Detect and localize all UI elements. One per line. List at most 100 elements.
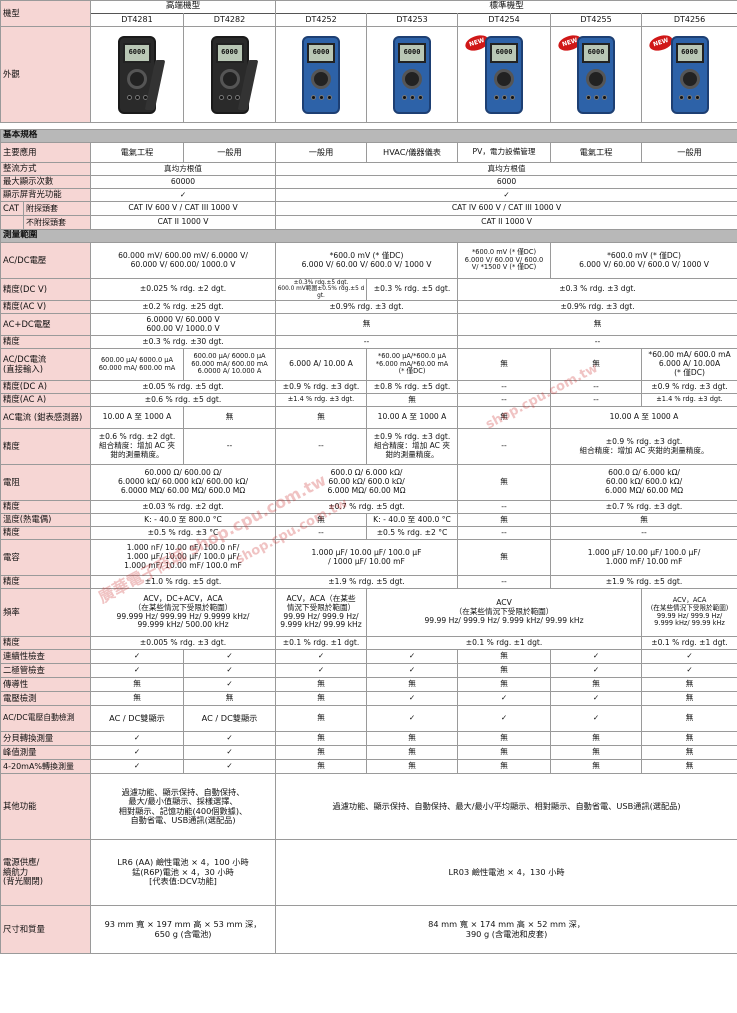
spec-cell: AC / DC雙顯示 xyxy=(90,705,184,732)
spec-cell: ±0.8 % rdg. ±5 dgt. xyxy=(366,380,459,394)
backlight-label: 顯示屏背光功能 xyxy=(0,188,91,202)
spec-cell: 無 xyxy=(182,691,277,706)
spec-cell: 無 xyxy=(182,406,277,429)
dimensions-label: 尺寸和質量 xyxy=(0,905,91,954)
spec-cell: ±0.005 % rdg. ±3 dgt. xyxy=(89,636,277,650)
spec-cell: ±0.6 % rdg. ±5 dgt. xyxy=(89,393,277,407)
spec-cell: 1.000 nF/ 10.00 nF/ 100.0 nF/ 1.000 μF/ … xyxy=(89,539,277,576)
spec-cell: ✓ xyxy=(550,649,643,664)
multimeter-image: 6000 xyxy=(670,35,709,114)
cat-sub-label: 不附探頭套 xyxy=(0,215,91,230)
spec-cell: 無 xyxy=(275,406,368,429)
spec-cell: 無 xyxy=(366,759,459,774)
spec-cell: -- xyxy=(275,526,368,540)
spec-cell: ✓ xyxy=(90,663,184,678)
accuracy-label: 精度 xyxy=(0,526,91,540)
spec-cell: 無 xyxy=(275,313,459,336)
spec-cell: -- xyxy=(457,380,552,394)
spec-cell: 無 xyxy=(457,759,552,774)
spec-cell: ✓ xyxy=(182,731,277,746)
product-photo: 6000 xyxy=(182,26,277,123)
spec-cell: 無 xyxy=(550,677,643,692)
spec-cell: 無 xyxy=(457,649,552,664)
group-high-end: 高端機型 xyxy=(89,0,277,14)
model-name: DT4253 xyxy=(366,13,459,27)
continuity-label: 連續性檢查 xyxy=(0,649,91,664)
spec-cell: ✓ xyxy=(550,705,643,732)
spec-cell: ±0.7 % rdg. ±3 dgt. xyxy=(550,500,737,514)
spec-cell: 10.00 A 至 1000 A xyxy=(366,406,459,429)
spec-cell: 1.000 μF/ 10.00 μF/ 100.0 μF / 1000 μF/ … xyxy=(275,539,459,576)
spec-cell: CAT IV 600 V / CAT III 1000 V xyxy=(275,201,737,216)
accuracy-label: 精度 xyxy=(0,575,91,589)
spec-cell: 無 xyxy=(275,705,368,732)
spec-cell: *60.00 mA/ 600.0 mA 6.000 A/ 10.00A (* 僅… xyxy=(641,348,737,381)
spec-cell: ±0.1 % rdg. ±1 dgt. xyxy=(366,636,643,650)
accuracy-dca-label: 精度(DC A) xyxy=(0,380,91,394)
spec-cell: 過濾功能、顯示保持、自動保持、 最大/最小值顯示、採樣選擇、 相對顯示、記憶功能… xyxy=(89,773,277,840)
application-label: 主要應用 xyxy=(0,142,91,163)
model-header-label: 機型 xyxy=(0,0,91,27)
spec-cell: LR6 (AA) 鹼性電池 × 4，100 小時 錳(R6P)電池 × 4，30… xyxy=(89,839,277,906)
accuracy-label: 精度 xyxy=(0,636,91,650)
section-measurement: 測量範圍 xyxy=(0,229,737,243)
spec-cell: ✓ xyxy=(366,663,459,678)
spec-cell: 93 mm 寬 × 197 mm 高 × 53 mm 深， 650 g (含電池… xyxy=(89,905,277,954)
multimeter-image: 6000 xyxy=(485,35,524,114)
spec-cell: 一般用 xyxy=(182,142,277,163)
spec-cell: 無 xyxy=(275,677,368,692)
ma-conversion-label: 4-20mA%轉換測量 xyxy=(0,759,91,774)
spec-cell: 無 xyxy=(550,731,643,746)
spec-cell: ✓ xyxy=(457,705,552,732)
spec-cell: ±0.6 % rdg. ±2 dgt. 組合精度：增加 AC 夾 鉗的測量精度。 xyxy=(90,428,184,465)
spec-cell: AC / DC雙顯示 xyxy=(182,705,277,732)
spec-cell: ✓ xyxy=(182,677,277,692)
acdc-current-label: AC/DC電流 (直接輸入) xyxy=(0,348,91,381)
spec-cell: ±0.03 % rdg. ±2 dgt. xyxy=(89,500,277,514)
multimeter-image: 6000 xyxy=(577,35,616,114)
spec-cell: ✓ xyxy=(641,649,737,664)
multimeter-image: 6000 xyxy=(210,35,258,114)
spec-cell: -- xyxy=(457,526,552,540)
spec-cell: -- xyxy=(182,428,277,465)
spec-cell: CAT II 1000 V xyxy=(275,215,737,230)
spec-cell: 無 xyxy=(641,705,737,732)
power-supply-label: 電源供應/ 續航力 (背光關閉) xyxy=(0,839,91,906)
other-functions-label: 其他功能 xyxy=(0,773,91,840)
auto-detect-label: AC/DC電壓自動檢測 xyxy=(0,705,91,732)
spec-cell: ±0.3 % rdg. ±30 dgt. xyxy=(89,335,277,349)
spec-cell: 6.000 A/ 10.00 A xyxy=(275,348,368,381)
spec-cell: 無 xyxy=(457,731,552,746)
spec-cell: K: - 40.0 至 800.0 °C xyxy=(89,513,277,527)
spec-cell: ✓ xyxy=(90,745,184,760)
capacitance-label: 電容 xyxy=(0,539,91,576)
spec-cell: ±0.2 % rdg. ±25 dgt. xyxy=(89,300,277,314)
spec-cell: ✓ xyxy=(182,649,277,664)
spec-cell: ✓ xyxy=(366,649,459,664)
spec-cell: ±0.5 % rdg. ±3 °C xyxy=(89,526,277,540)
clamp-current-label: AC電流 (鉗表感測器) xyxy=(0,406,91,429)
spec-cell: ✓ xyxy=(182,663,277,678)
rectification-label: 整流方式 xyxy=(0,162,91,176)
spec-cell: 10.00 A 至 1000 A xyxy=(550,406,737,429)
spec-cell: *600.0 mV (* 僅DC) 6.000 V/ 60.00 V/ 600.… xyxy=(275,242,459,279)
spec-cell: ±1.9 % rdg. ±5 dgt. xyxy=(275,575,459,589)
spec-cell: 無 xyxy=(366,731,459,746)
spec-cell: ±1.0 % rdg. ±5 dgt. xyxy=(89,575,277,589)
spec-cell: ✓ xyxy=(90,731,184,746)
spec-cell: ±0.1 % rdg. ±1 dgt. xyxy=(275,636,368,650)
spec-cell: 真均方根值 xyxy=(89,162,277,176)
spec-cell: ±0.9 % rdg. ±3 dgt. xyxy=(275,380,368,394)
spec-cell: 無 xyxy=(550,759,643,774)
spec-cell: 無 xyxy=(457,539,552,576)
spec-cell: 6.0000 V/ 60.000 V 600.00 V/ 1000.0 V xyxy=(89,313,277,336)
spec-cell: ±0.3 % rdg. ±3 dgt. xyxy=(457,278,737,301)
model-name: DT4252 xyxy=(275,13,368,27)
accuracy-acv-label: 精度(AC V) xyxy=(0,300,91,314)
spec-cell: ACV，ACA (在某些情況下受限於範圍) 99.99 Hz/ 999.9 Hz… xyxy=(641,588,737,637)
spec-cell: 無 xyxy=(550,513,737,527)
spec-cell: ACV （在某些情況下受限於範圍） 99.99 Hz/ 999.9 Hz/ 9.… xyxy=(366,588,643,637)
spec-cell: CAT IV 600 V / CAT III 1000 V xyxy=(89,201,277,216)
spec-cell: ✓ xyxy=(275,649,368,664)
model-name: DT4282 xyxy=(182,13,277,27)
